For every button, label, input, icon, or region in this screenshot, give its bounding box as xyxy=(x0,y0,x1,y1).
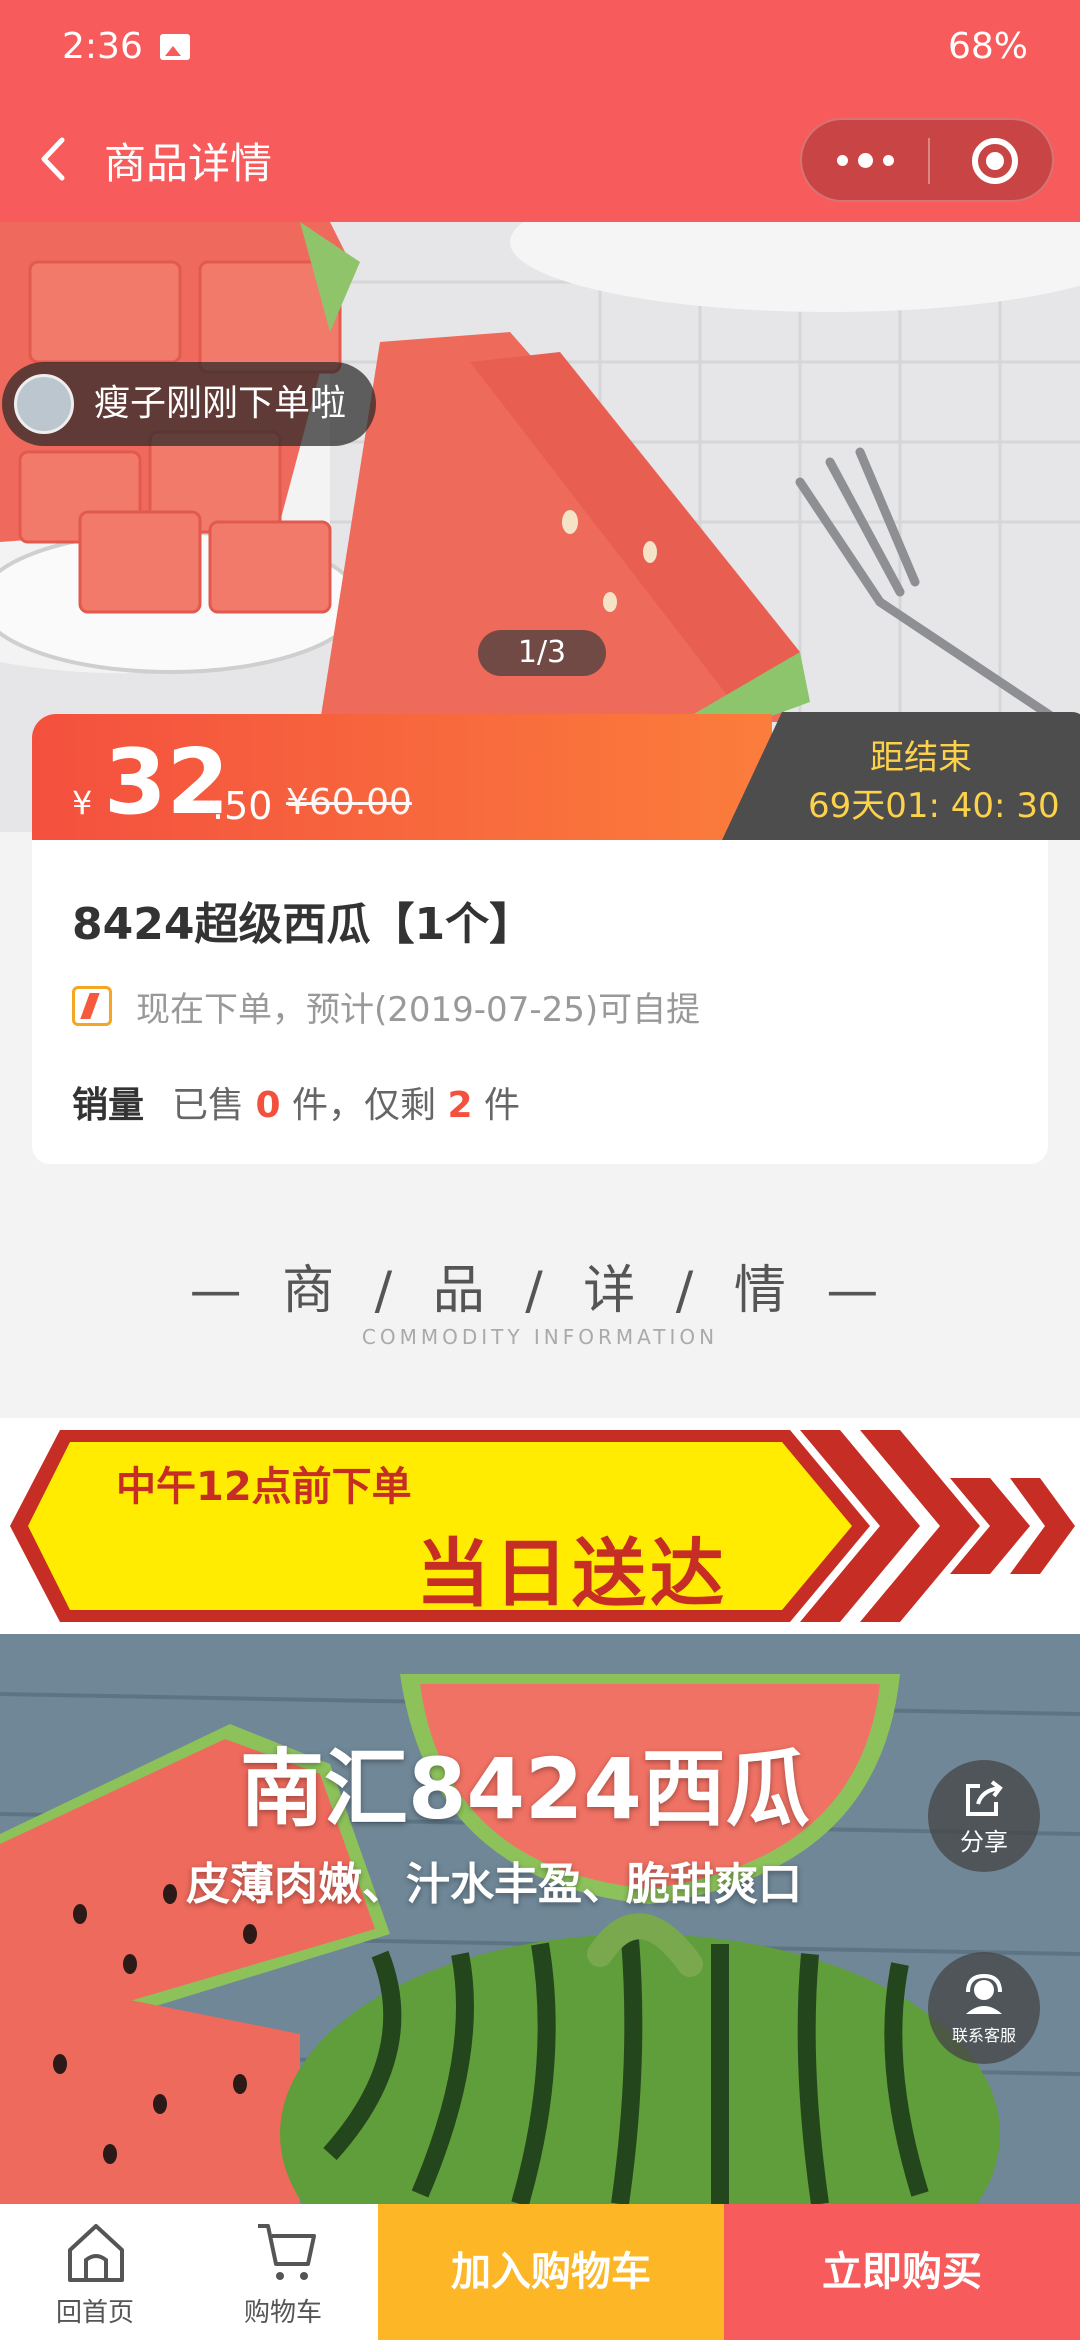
page-title: 商品详情 xyxy=(104,139,273,188)
detail-title: 南汇8424西瓜 xyxy=(240,1740,810,1838)
share-button[interactable]: 分享 xyxy=(928,1760,1040,1872)
remaining-count: 2 xyxy=(447,1085,473,1126)
share-label: 分享 xyxy=(960,1828,1008,1856)
home-tab-label: 回首页 xyxy=(55,2298,134,2328)
countdown-timer: 69天01: 40: 30 xyxy=(808,786,1060,826)
banner-line1: 中午12点前下单 xyxy=(116,1464,412,1510)
product-info-card: 8424超级西瓜【1个】 现在下单，预计(2019-07-25)可自提 销量 已… xyxy=(32,840,1048,1164)
sales-label: 销量 xyxy=(72,1085,145,1126)
carousel-page-indicator: 1/3 xyxy=(478,630,606,676)
currency-symbol: ¥ xyxy=(72,784,93,822)
pickup-note: 现在下单，预计(2019-07-25)可自提 xyxy=(136,990,701,1030)
price-panel: ¥ 32 .50 ¥60.00 xyxy=(32,714,772,840)
sales-info: 已售 0 件，仅剩 2 件 xyxy=(172,1076,520,1128)
more-options-icon[interactable] xyxy=(802,120,928,200)
bottom-action-bar: 回首页 购物车 加入购物车 立即购买 xyxy=(0,2204,1080,2340)
watermelon-detail-photo xyxy=(0,1634,1080,2204)
close-mini-program-icon[interactable] xyxy=(972,138,1018,184)
recent-order-toast: 瘦子刚刚下单啦 xyxy=(2,362,377,446)
add-to-cart-button[interactable]: 加入购物车 xyxy=(378,2204,724,2340)
mini-program-capsule xyxy=(800,118,1054,202)
cart-tab[interactable]: 购物车 xyxy=(190,2204,376,2340)
home-tab[interactable]: 回首页 xyxy=(0,2204,190,2340)
countdown-label: 距结束 xyxy=(870,738,972,778)
same-day-delivery-banner: 中午12点前下单 当日送达 xyxy=(0,1418,1080,1634)
cart-tab-label: 购物车 xyxy=(243,2298,322,2328)
customer-service-button[interactable]: 联系客服 xyxy=(928,1952,1040,2064)
sales-prefix: 已售 xyxy=(172,1085,245,1126)
detail-subtitle: 皮薄肉嫩、汁水丰盈、脆甜爽口 xyxy=(186,1859,802,1910)
product-detail-image: 南汇8424西瓜 皮薄肉嫩、汁水丰盈、脆甜爽口 xyxy=(0,1634,1080,2204)
price-bar: ¥ 32 .50 ¥60.00 距结束 69天01: 40: 30 xyxy=(32,712,1080,840)
price-decimal: .50 xyxy=(212,784,273,828)
status-time: 2:36 xyxy=(62,26,143,67)
section-title-en: COMMODITY INFORMATION xyxy=(361,1325,719,1349)
countdown-panel: 距结束 69天01: 40: 30 xyxy=(722,712,1080,840)
avatar xyxy=(14,374,74,434)
banner-line2: 当日送达 xyxy=(416,1531,728,1617)
share-icon xyxy=(966,1780,1003,1816)
section-heading: — 商 / 品 / 详 / 情 — COMMODITY INFORMATION xyxy=(0,1248,1080,1349)
image-notification-icon xyxy=(160,34,190,60)
service-label: 联系客服 xyxy=(951,2026,1016,2045)
home-icon xyxy=(68,2224,124,2282)
status-bar: 2:36 68% xyxy=(0,0,1080,100)
headset-icon xyxy=(966,1973,1002,2014)
buy-now-button[interactable]: 立即购买 xyxy=(724,2204,1080,2340)
lightning-icon xyxy=(72,986,112,1026)
nav-bar: 商品详情 xyxy=(0,100,1080,222)
recent-order-text: 瘦子刚刚下单啦 xyxy=(94,383,347,424)
sold-count: 0 xyxy=(255,1085,281,1126)
product-title: 8424超级西瓜【1个】 xyxy=(72,899,534,950)
capsule-divider xyxy=(928,138,930,184)
section-title-cn: — 商 / 品 / 详 / 情 — xyxy=(189,1261,891,1321)
status-battery: 68% xyxy=(947,26,1028,67)
sales-suffix: 件 xyxy=(483,1085,520,1126)
original-price: ¥60.00 xyxy=(286,782,412,823)
cart-icon xyxy=(258,2224,316,2280)
back-arrow-icon[interactable] xyxy=(34,134,74,184)
price-integer: 32 xyxy=(104,730,230,835)
sales-mid: 件，仅剩 xyxy=(291,1085,436,1126)
